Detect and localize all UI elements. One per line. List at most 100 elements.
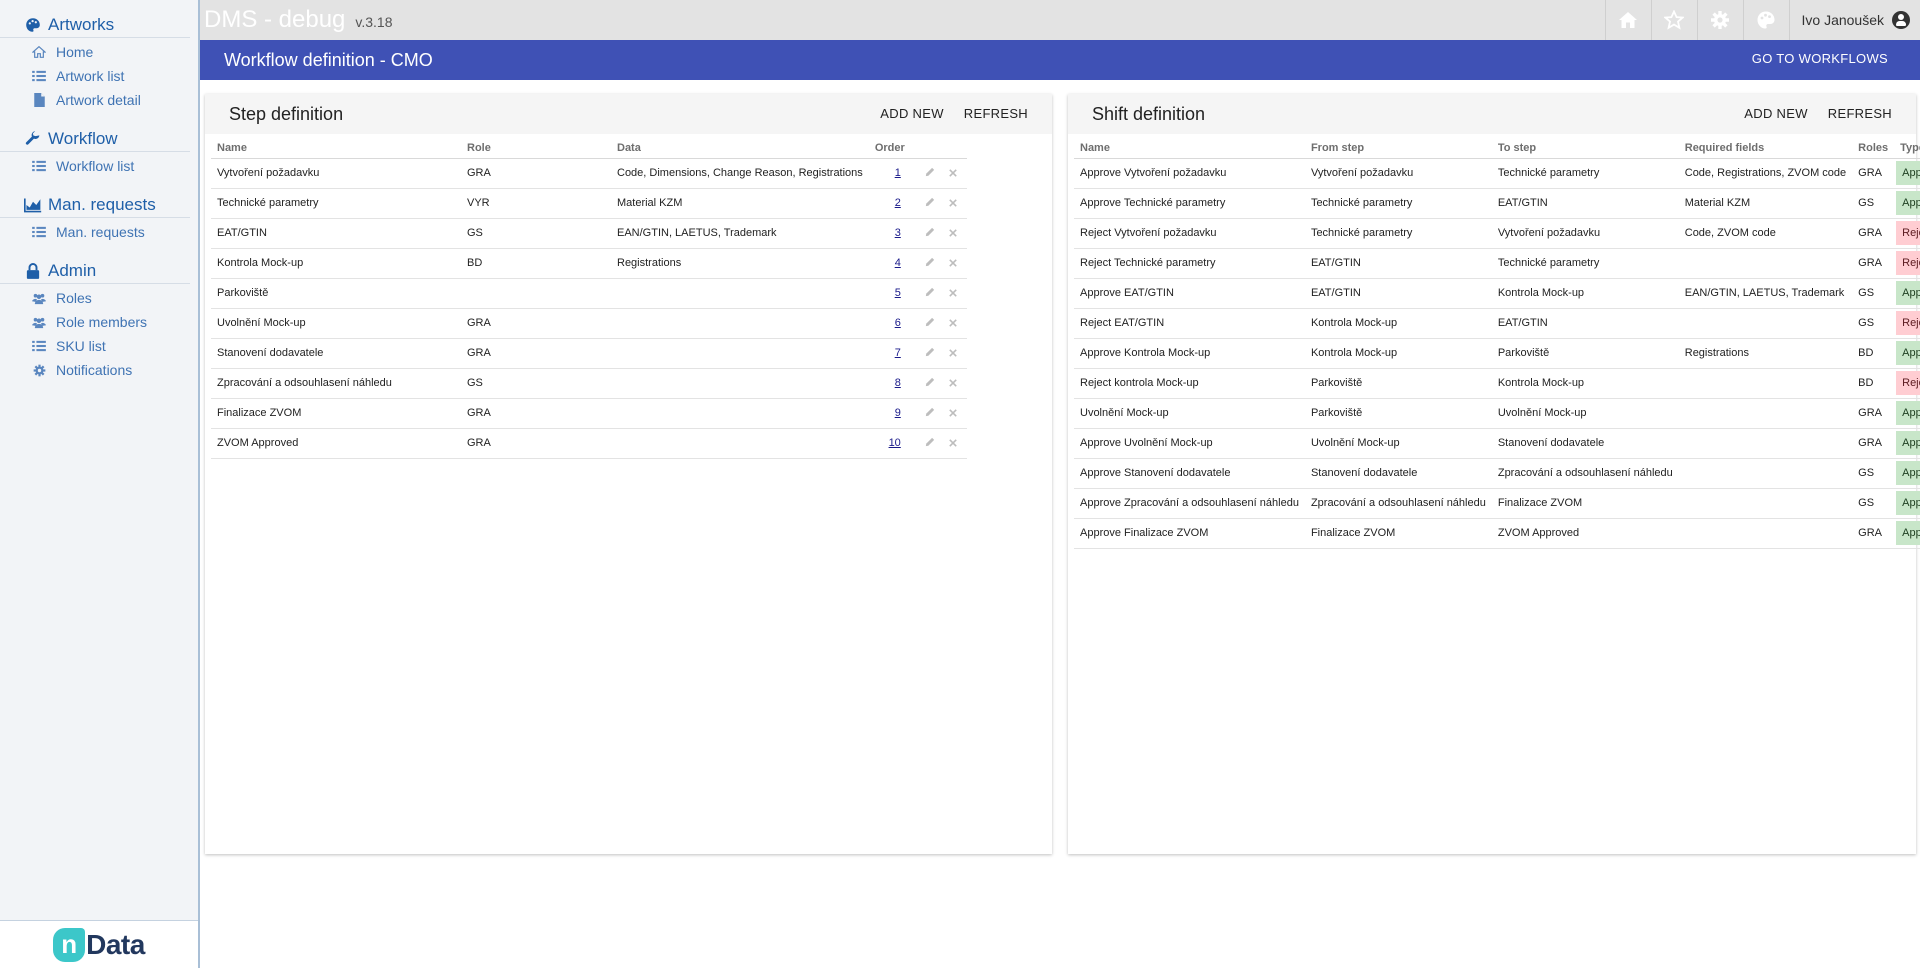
sidebar-section-title[interactable]: Man. requests <box>0 192 190 218</box>
step-order-link[interactable]: 7 <box>875 347 913 359</box>
shift-roles: GRA <box>1852 398 1895 429</box>
step-order-link[interactable]: 6 <box>875 317 913 329</box>
home-icon[interactable] <box>1604 0 1651 40</box>
sidebar-item-artwork-detail[interactable]: Artwork detail <box>0 88 198 112</box>
delete-icon[interactable] <box>949 376 957 390</box>
edit-icon[interactable] <box>925 286 935 300</box>
step-order-link[interactable]: 3 <box>875 227 913 239</box>
edit-icon[interactable] <box>925 376 935 390</box>
sidebar-section-workflow: Workflow Workflow list <box>0 126 198 178</box>
delete-cell <box>942 158 967 189</box>
shift-row[interactable]: Reject EAT/GTIN Kontrola Mock-up EAT/GTIN G… <box>1074 308 1920 339</box>
step-order-link[interactable]: 5 <box>875 287 913 299</box>
step-row[interactable]: Zpracování a odsouhlasení náhledu GS 8 <box>211 368 967 399</box>
shift-row[interactable]: Approve EAT/GTIN EAT/GTIN Kontrola Mock-up… <box>1074 278 1920 309</box>
user-menu[interactable]: Ivo Janoušek <box>1788 0 1920 40</box>
shift-row[interactable]: Approve Technické parametry Technické par… <box>1074 188 1920 219</box>
step-order-link[interactable]: 2 <box>875 197 913 209</box>
column-header[interactable]: Name <box>211 138 461 159</box>
shift-row[interactable]: Approve Finalizace ZVOM Finalizace ZVOM ZV… <box>1074 518 1920 549</box>
delete-icon[interactable] <box>949 316 957 330</box>
step-row[interactable]: Kontrola Mock-up BD Registrations 4 <box>211 248 967 279</box>
edit-icon[interactable] <box>925 256 935 270</box>
shift-row[interactable]: Reject kontrola Mock-up Parkoviště Kontrol… <box>1074 368 1920 399</box>
gear-icon[interactable] <box>1696 0 1743 40</box>
delete-icon[interactable] <box>949 196 957 210</box>
step-refresh-button[interactable]: REFRESH <box>964 106 1028 121</box>
delete-icon[interactable] <box>949 256 957 270</box>
sidebar-item-roles[interactable]: Roles <box>0 286 198 310</box>
shift-row[interactable]: Reject Technické parametry EAT/GTIN Techni… <box>1074 248 1920 279</box>
sidebar-item-home[interactable]: Home <box>0 40 198 64</box>
palette-icon[interactable] <box>1742 0 1789 40</box>
step-order-link[interactable]: 8 <box>875 377 913 389</box>
step-row[interactable]: Vytvoření požadavku GRA Code, Dimensions, … <box>211 158 967 189</box>
shift-row[interactable]: Approve Zpracování a odsouhlasení náhled… <box>1074 488 1920 519</box>
app-title: DMS - debug v.3.18 <box>204 6 393 34</box>
delete-cell <box>942 278 967 309</box>
delete-icon[interactable] <box>949 436 957 450</box>
edit-icon[interactable] <box>925 166 935 180</box>
edit-icon[interactable] <box>925 406 935 420</box>
shift-to-step: ZVOM Approved <box>1491 518 1679 549</box>
step-order-link[interactable]: 10 <box>875 437 913 449</box>
column-header[interactable]: Required fields <box>1678 138 1853 159</box>
delete-icon[interactable] <box>949 166 957 180</box>
sidebar-item-man-requests[interactable]: Man. requests <box>0 220 198 244</box>
edit-icon[interactable] <box>925 346 935 360</box>
delete-icon[interactable] <box>949 286 957 300</box>
step-row[interactable]: Parkoviště 5 <box>211 278 967 309</box>
shift-refresh-button[interactable]: REFRESH <box>1828 106 1892 121</box>
column-header[interactable]: Roles <box>1852 138 1895 159</box>
step-row[interactable]: ZVOM Approved GRA 10 <box>211 428 967 459</box>
step-row[interactable]: Finalizace ZVOM GRA 9 <box>211 398 967 429</box>
star-icon[interactable] <box>1650 0 1697 40</box>
column-header[interactable]: From step <box>1304 138 1492 159</box>
step-order-link[interactable]: 1 <box>875 167 913 179</box>
column-header[interactable]: Name <box>1074 138 1305 159</box>
column-header[interactable]: Role <box>461 138 611 159</box>
shift-row[interactable]: Approve Vytvoření požadavku Vytvoření pož… <box>1074 158 1920 189</box>
step-row[interactable]: Technické parametry VYR Material KZM 2 <box>211 188 967 219</box>
shift-row[interactable]: Uvolnění Mock-up Parkoviště Uvolnění Mock-… <box>1074 398 1920 429</box>
column-header[interactable]: Type <box>1894 138 1920 159</box>
step-order-cell: 6 <box>868 308 919 339</box>
shift-add-new-button[interactable]: ADD NEW <box>1744 106 1808 121</box>
edit-icon[interactable] <box>925 226 935 240</box>
step-order-cell: 9 <box>868 398 919 429</box>
shift-to-step: Parkoviště <box>1491 338 1679 369</box>
column-header[interactable]: Data <box>611 138 869 159</box>
delete-icon[interactable] <box>949 226 957 240</box>
edit-icon[interactable] <box>925 316 935 330</box>
edit-icon[interactable] <box>925 436 935 450</box>
shift-row[interactable]: Approve Stanovení dodavatele Stanovení do… <box>1074 458 1920 489</box>
sidebar-section-title[interactable]: Admin <box>0 258 190 284</box>
step-add-new-button[interactable]: ADD NEW <box>880 106 944 121</box>
sidebar-item-workflow-list[interactable]: Workflow list <box>0 154 198 178</box>
step-row[interactable]: Uvolnění Mock-up GRA 6 <box>211 308 967 339</box>
step-row[interactable]: Stanovení dodavatele GRA 7 <box>211 338 967 369</box>
step-row[interactable]: EAT/GTIN GS EAN/GTIN, LAETUS, Trademark 3 <box>211 218 967 249</box>
step-order-link[interactable]: 4 <box>875 257 913 269</box>
sidebar-item-notifications[interactable]: Notifications <box>0 358 198 382</box>
shift-roles: GS <box>1852 308 1895 339</box>
sidebar-item-role-members[interactable]: Role members <box>0 310 198 334</box>
shift-required-fields: Registrations <box>1678 338 1853 369</box>
page-title: Workflow definition - CMO <box>224 50 433 70</box>
go-to-workflows-button[interactable]: GO TO WORKFLOWS <box>1752 51 1888 66</box>
shift-row[interactable]: Approve Uvolnění Mock-up Uvolnění Mock-up… <box>1074 428 1920 459</box>
shift-row[interactable]: Approve Kontrola Mock-up Kontrola Mock-up… <box>1074 338 1920 369</box>
shift-row[interactable]: Reject Vytvoření požadavku Technické para… <box>1074 218 1920 249</box>
delete-icon[interactable] <box>949 346 957 360</box>
step-order-link[interactable]: 9 <box>875 407 913 419</box>
step-definition-panel: Step definition ADD NEW REFRESH Name Rol… <box>205 94 1052 854</box>
sidebar-section-title[interactable]: Artworks <box>0 12 190 38</box>
sidebar-item-sku-list[interactable]: SKU list <box>0 334 198 358</box>
delete-icon[interactable] <box>949 406 957 420</box>
edit-icon[interactable] <box>925 196 935 210</box>
sidebar-section-title[interactable]: Workflow <box>0 126 190 152</box>
column-header[interactable]: To step <box>1491 138 1679 159</box>
column-header[interactable]: Order <box>868 138 919 159</box>
sidebar-item-artwork-list[interactable]: Artwork list <box>0 64 198 88</box>
step-role: GRA <box>461 338 611 369</box>
